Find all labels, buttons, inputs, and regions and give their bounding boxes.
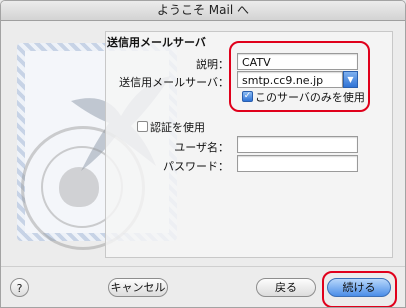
- section-title: 送信用メールサーバ: [107, 36, 206, 49]
- outgoing-server-label: 送信用メールサーバ：: [119, 76, 229, 89]
- back-button[interactable]: 戻る: [256, 278, 316, 297]
- use-authentication-checkbox[interactable]: [137, 121, 148, 132]
- apple-logo-icon: [59, 167, 99, 207]
- cancel-button[interactable]: キャンセル: [108, 278, 168, 297]
- password-label: パスワード：: [163, 160, 229, 173]
- window-title: ようこそ Mail へ: [1, 1, 405, 21]
- password-field[interactable]: [237, 155, 358, 172]
- username-field[interactable]: [237, 136, 358, 153]
- highlight-continue: [322, 271, 397, 307]
- setup-window: ようこそ Mail へ 送信用メールサーバ 説明： CATV 送信用メールサーバ…: [0, 0, 406, 308]
- help-button[interactable]: ?: [10, 278, 29, 297]
- highlight-fields: [229, 41, 370, 112]
- footer-divider: [1, 266, 405, 267]
- username-label: ユーザ名：: [174, 141, 229, 154]
- use-authentication-label: 認証を使用: [150, 121, 205, 134]
- description-label: 説明：: [196, 58, 229, 71]
